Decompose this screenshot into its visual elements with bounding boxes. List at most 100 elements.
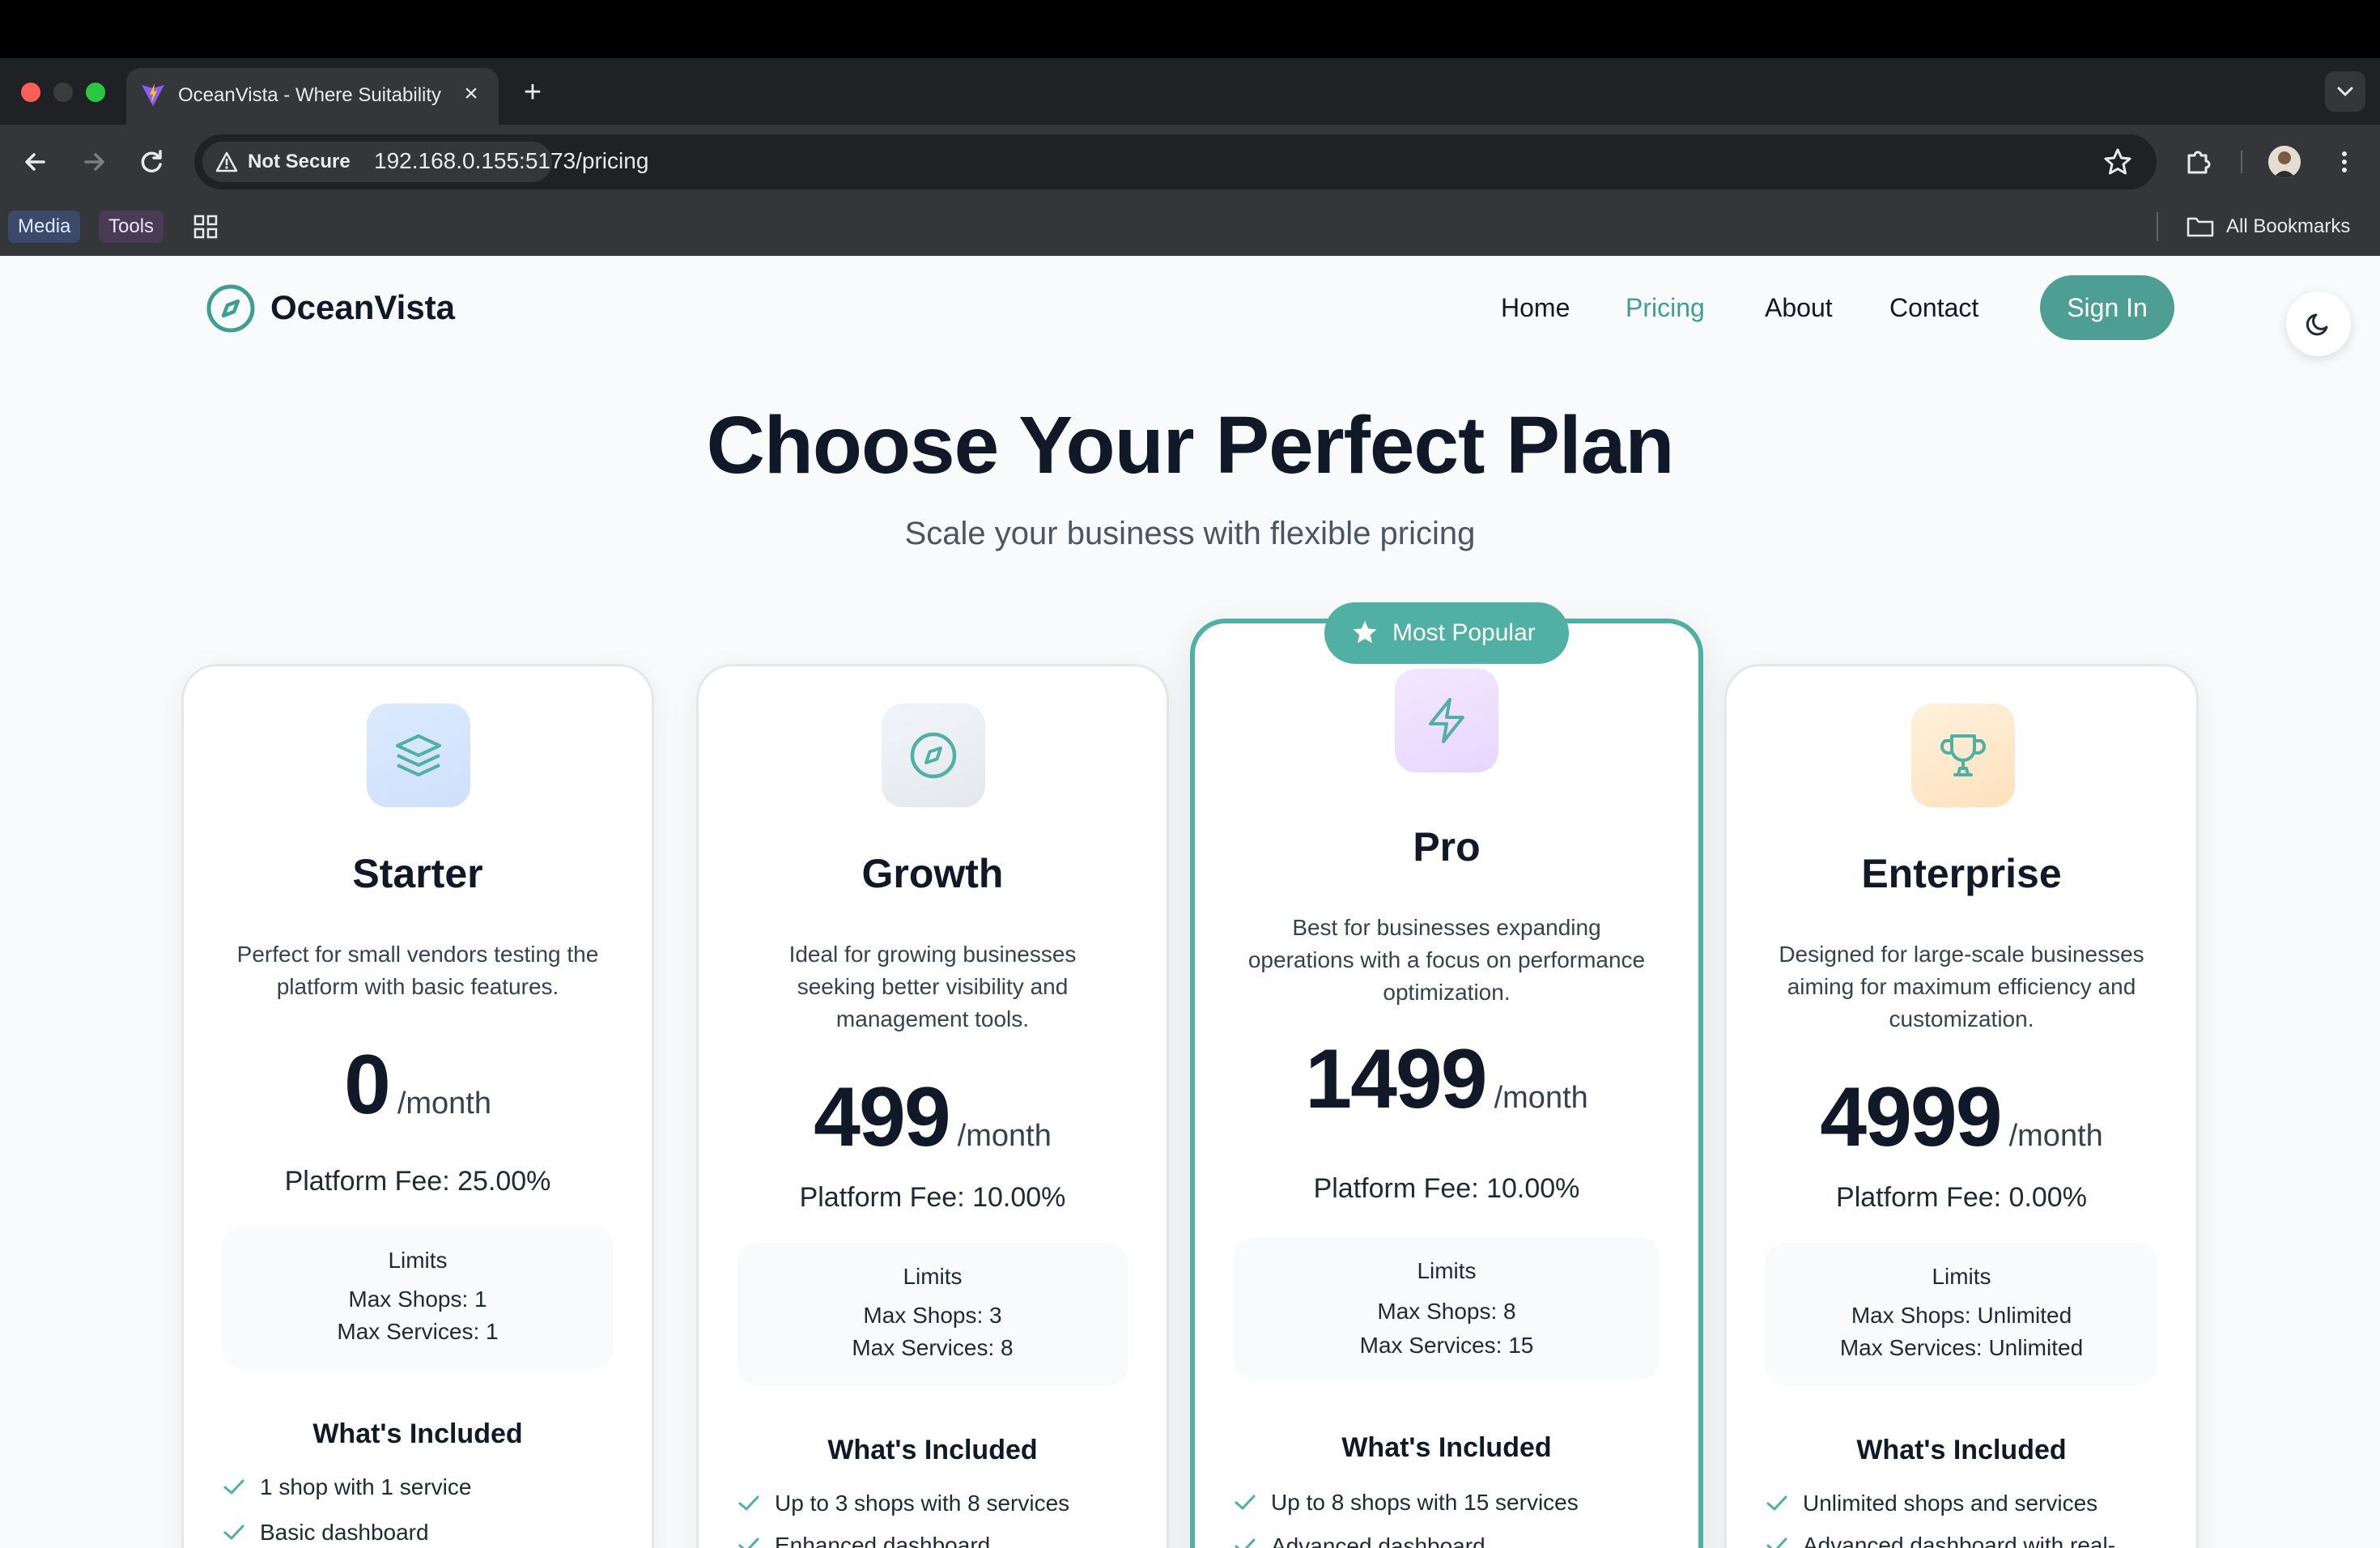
plan-description: Ideal for growing businesses seeking bet… <box>788 942 1077 1031</box>
star-icon <box>1353 621 1377 644</box>
limits-max-services: Max Services: 15 <box>1359 1333 1534 1358</box>
feature-label: 1 shop with 1 service <box>260 1474 472 1499</box>
check-icon <box>1235 1538 1256 1548</box>
page-subtitle: Scale your business with flexible pricin… <box>904 516 1476 551</box>
lightning-icon <box>1429 698 1464 743</box>
check-icon <box>1766 1537 1787 1548</box>
compass-logo-icon[interactable] <box>206 283 256 334</box>
feature-label: Advanced dashboard with real- <box>1803 1533 2116 1548</box>
included-title: What's Included <box>827 1435 1038 1465</box>
tab-title: OceanVista - Where Suitability <box>178 84 442 106</box>
plan-name: Enterprise <box>1861 851 2062 896</box>
plan-price-row: 0/month <box>184 1037 652 1133</box>
reload-icon[interactable] <box>133 142 172 181</box>
sign-in-button[interactable]: Sign In <box>2040 275 2174 340</box>
compass-icon <box>910 732 957 779</box>
feature-label: Up to 3 shops with 8 services <box>775 1491 1070 1516</box>
browser-tab[interactable]: OceanVista - Where Suitability × <box>126 68 499 125</box>
bookmark-star-icon[interactable] <box>2100 144 2136 180</box>
nav-about[interactable]: About <box>1765 291 1833 324</box>
more-menu-icon[interactable] <box>2328 144 2361 180</box>
avatar-icon <box>2268 146 2301 178</box>
moon-icon <box>2306 313 2328 336</box>
bookmark-media[interactable]: Media <box>8 211 81 243</box>
all-bookmarks-label: All Bookmarks <box>2226 215 2351 237</box>
plan-icon-box <box>1395 669 1498 772</box>
folder-icon <box>2187 217 2214 237</box>
limits-max-shops: Max Shops: Unlimited <box>1851 1303 2072 1328</box>
apps-grid-icon[interactable] <box>193 214 219 240</box>
feature-label: Up to 8 shops with 15 services <box>1271 1490 1579 1515</box>
plan-card-starter: Starter Perfect for small vendors testin… <box>181 664 654 1548</box>
plan-description: Designed for large-scale businesses aimi… <box>1779 942 2144 1031</box>
screen-top-bar <box>0 0 2380 58</box>
plan-icon-box <box>1911 704 2015 807</box>
page-title: Choose Your Perfect Plan <box>706 400 1675 491</box>
plan-platform-fee: Platform Fee: 10.00% <box>799 1182 1066 1213</box>
plan-icon-box <box>367 704 470 807</box>
limits-max-shops: Max Shops: 8 <box>1377 1299 1516 1324</box>
plan-name: Pro <box>1413 824 1481 870</box>
included-title: What's Included <box>312 1418 523 1449</box>
vite-favicon-icon <box>142 83 164 106</box>
plan-limits-box: Limits Max Shops: 1 Max Services: 1 <box>223 1227 613 1369</box>
limits-title: Limits <box>1417 1258 1477 1283</box>
included-title: What's Included <box>1341 1432 1552 1463</box>
plan-description: Perfect for small vendors testing the pl… <box>236 942 599 999</box>
nav-pricing[interactable]: Pricing <box>1626 291 1705 324</box>
plan-limits-box: Limits Max Shops: 3 Max Services: 8 <box>737 1243 1128 1385</box>
warning-icon <box>215 151 238 172</box>
check-icon <box>223 1525 244 1540</box>
toolbar-divider <box>2241 151 2242 173</box>
badge-label: Most Popular <box>1392 619 1536 646</box>
profile-avatar[interactable] <box>2268 146 2301 178</box>
included-title: What's Included <box>1856 1435 2067 1465</box>
plan-price-row: 4999/month <box>1727 1070 2196 1166</box>
new-tab-button[interactable]: + <box>515 74 550 110</box>
check-icon <box>738 1495 759 1511</box>
close-window-button[interactable] <box>21 83 40 102</box>
plan-platform-fee: Platform Fee: 0.00% <box>1836 1182 2087 1213</box>
chevron-down-icon <box>2337 87 2353 96</box>
brand-name[interactable]: OceanVista <box>270 283 455 332</box>
plan-period: /month <box>1494 1081 1588 1115</box>
feature-label: Unlimited shops and services <box>1803 1491 2098 1516</box>
plan-period: /month <box>957 1119 1052 1153</box>
limits-title: Limits <box>388 1248 448 1273</box>
limits-max-shops: Max Shops: 1 <box>348 1286 487 1312</box>
check-icon <box>1235 1495 1256 1510</box>
url-text[interactable]: 192.168.0.155:5173/pricing <box>374 148 648 174</box>
limits-max-shops: Max Shops: 3 <box>863 1303 1002 1328</box>
maximize-window-button[interactable] <box>86 83 105 102</box>
back-arrow-icon[interactable] <box>16 142 55 181</box>
nav-home[interactable]: Home <box>1501 291 1570 324</box>
theme-toggle-button[interactable] <box>2286 291 2351 356</box>
limits-max-services: Max Services: Unlimited <box>1839 1335 2084 1360</box>
plan-price: 1499 <box>1305 1032 1487 1126</box>
layers-icon <box>396 734 441 776</box>
extensions-puzzle-icon[interactable] <box>2181 144 2216 180</box>
plan-price-row: 499/month <box>699 1070 1167 1166</box>
tab-close-button[interactable]: × <box>457 79 486 108</box>
limits-max-services: Max Services: 8 <box>852 1335 1014 1360</box>
feature-label: Advanced dashboard <box>1271 1533 1485 1548</box>
forward-arrow-icon[interactable] <box>74 142 113 181</box>
plan-card-pro: Pro Best for businesses expanding operat… <box>1190 619 1703 1548</box>
limits-max-services: Max Services: 1 <box>337 1319 499 1344</box>
trophy-icon <box>1940 734 1987 776</box>
bookmarks-bar: Media Tools All Bookmarks <box>0 199 2380 256</box>
bookmark-tools[interactable]: Tools <box>99 211 164 243</box>
nav-contact[interactable]: Contact <box>1889 291 1978 324</box>
plan-icon-box <box>882 704 985 807</box>
address-bar[interactable]: Not Secure 192.168.0.155:5173/pricing <box>194 134 2157 189</box>
plan-card-growth: Growth Ideal for growing businesses seek… <box>696 664 1169 1548</box>
plan-name: Starter <box>352 851 483 896</box>
check-icon <box>1766 1495 1787 1511</box>
plan-period: /month <box>397 1087 491 1121</box>
minimize-window-button[interactable] <box>53 83 73 102</box>
tab-search-button[interactable] <box>2325 71 2365 112</box>
bookmarks-divider <box>2157 212 2158 241</box>
plan-period: /month <box>2008 1119 2103 1153</box>
plan-card-enterprise: Enterprise Designed for large-scale busi… <box>1724 664 2199 1548</box>
plan-limits-box: Limits Max Shops: 8 Max Services: 15 <box>1234 1237 1660 1380</box>
